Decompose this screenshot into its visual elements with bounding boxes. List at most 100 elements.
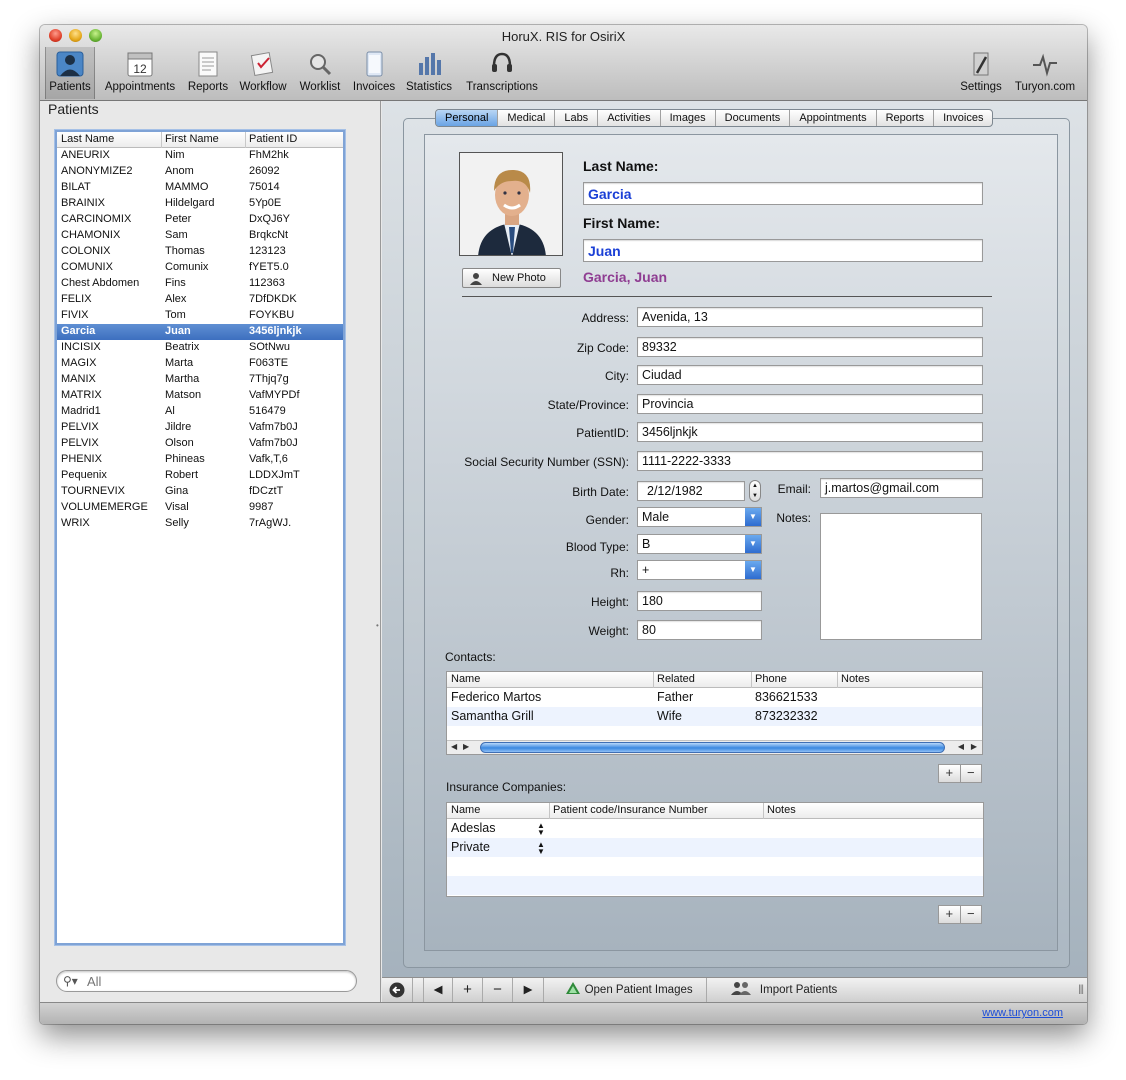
patient-row[interactable]: MATRIX Matson VafMYPDf [57, 388, 343, 404]
patient-row[interactable]: ANEURIX Nim FhM2hk [57, 148, 343, 164]
patient-row[interactable]: PHENIX Phineas Vafk,T,6 [57, 452, 343, 468]
rh-select[interactable]: + ▼ [637, 560, 762, 580]
patient-row[interactable]: FIVIX Tom FOYKBU [57, 308, 343, 324]
delete-record-button[interactable]: − [483, 978, 513, 1002]
scroll-left-icon[interactable]: ◀ [451, 742, 457, 751]
contact-row[interactable]: Federico Martos Father 836621533 [447, 688, 982, 707]
patient-row[interactable]: COMUNIX Comunix fYET5.0 [57, 260, 343, 276]
tab-appointments[interactable]: Appointments [789, 110, 875, 126]
toolbar-statistics[interactable]: Statistics [402, 47, 456, 99]
patient-row[interactable]: Pequenix Robert LDDXJmT [57, 468, 343, 484]
tab-reports[interactable]: Reports [875, 110, 934, 126]
zip-field[interactable]: 89332 [637, 337, 983, 357]
tab-invoices[interactable]: Invoices [933, 110, 992, 126]
toolbar-patients[interactable]: Patients [45, 47, 95, 99]
next-record-button[interactable]: ▶ [513, 978, 544, 1002]
insurance-popup-stepper-icon[interactable]: ▲ ▼ [537, 822, 545, 837]
patient-list[interactable]: Last Name First Name Patient ID ANEURIX N… [55, 130, 345, 945]
birth-date-field[interactable]: 2/12/1982 [637, 481, 745, 501]
insurance-row[interactable]: Private ▲ ▼ [447, 838, 983, 857]
add-record-button[interactable]: + [453, 978, 483, 1002]
toolbar-reports[interactable]: Reports [185, 47, 231, 99]
patient-row[interactable]: BRAINIX Hildelgard 5Yp0E [57, 196, 343, 212]
weight-field[interactable]: 80 [637, 620, 762, 640]
patient-search-field[interactable]: ⚲▾ [56, 970, 357, 992]
column-header-related[interactable]: Related [657, 673, 695, 685]
add-contact-button[interactable]: + [938, 764, 961, 783]
open-patient-images-button[interactable]: Open Patient Images [552, 978, 707, 1002]
column-header-first-name[interactable]: First Name [165, 133, 219, 145]
toolbar-appointments[interactable]: 12 Appointments [100, 47, 180, 99]
remove-contact-button[interactable]: − [960, 764, 982, 783]
column-header-name[interactable]: Name [451, 804, 480, 816]
patient-row[interactable]: CARCINOMIX Peter DxQJ6Y [57, 212, 343, 228]
patient-row[interactable]: INCISIX Beatrix SOtNwu [57, 340, 343, 356]
patient-row[interactable]: VOLUMEMERGE Visal 9987 [57, 500, 343, 516]
toolbar-invoices[interactable]: Invoices [349, 47, 399, 99]
tab-activities[interactable]: Activities [597, 110, 659, 126]
last-name-field[interactable]: Garcia [583, 182, 983, 205]
patient-row[interactable]: BILAT MAMMO 75014 [57, 180, 343, 196]
patient-row[interactable]: PELVIX Jildre Vafm7b0J [57, 420, 343, 436]
patient-photo[interactable] [459, 152, 563, 256]
tab-images[interactable]: Images [659, 110, 715, 126]
resize-grip-icon[interactable]: ||| [1078, 984, 1084, 995]
patient-row[interactable]: WRIX Selly 7rAgWJ. [57, 516, 343, 532]
previous-record-button[interactable]: ◀ [423, 978, 453, 1002]
import-patients-button[interactable]: Import Patients [713, 978, 855, 1002]
column-header-insurance-number[interactable]: Patient code/Insurance Number [553, 804, 708, 816]
ssn-field[interactable]: 1111-2222-3333 [637, 451, 983, 471]
toolbar-worklist[interactable]: Worklist [295, 47, 345, 99]
patient-row[interactable]: COLONIX Thomas 123123 [57, 244, 343, 260]
tab-labs[interactable]: Labs [554, 110, 597, 126]
blood-type-select[interactable]: B ▼ [637, 534, 762, 554]
scroll-left-icon[interactable]: ◀ [958, 742, 964, 751]
turyon-link[interactable]: www.turyon.com [982, 1007, 1063, 1019]
gender-select[interactable]: Male ▼ [637, 507, 762, 527]
column-header-patient-id[interactable]: Patient ID [249, 133, 297, 145]
contacts-horizontal-scrollbar[interactable]: ◀ ▶ ◀ ▶ [447, 740, 982, 754]
email-field[interactable]: j.martos@gmail.com [820, 478, 983, 498]
first-name-field[interactable]: Juan [583, 239, 983, 262]
scrollbar-thumb[interactable] [480, 742, 945, 753]
column-header-notes[interactable]: Notes [767, 804, 796, 816]
scroll-right-icon[interactable]: ▶ [463, 742, 469, 751]
contact-row[interactable]: Samantha Grill Wife 873232332 [447, 707, 982, 726]
new-photo-button[interactable]: New Photo [462, 268, 561, 288]
notes-textarea[interactable] [820, 513, 982, 640]
column-header-name[interactable]: Name [451, 673, 480, 685]
add-insurance-button[interactable]: + [938, 905, 961, 924]
patient-row[interactable]: MANIX Martha 7Thjq7g [57, 372, 343, 388]
patient-row[interactable]: MAGIX Marta F063TE [57, 356, 343, 372]
insurance-table[interactable]: Name Patient code/Insurance Number Notes… [446, 802, 984, 897]
toolbar-workflow[interactable]: Workflow [236, 47, 290, 99]
remove-insurance-button[interactable]: − [960, 905, 982, 924]
state-field[interactable]: Provincia [637, 394, 983, 414]
search-input[interactable] [87, 974, 347, 989]
column-header-notes[interactable]: Notes [841, 673, 870, 685]
patient-row[interactable]: Chest Abdomen Fins 112363 [57, 276, 343, 292]
patient-row[interactable]: Garcia Juan 3456ljnkjk [57, 324, 343, 340]
scroll-right-icon[interactable]: ▶ [971, 742, 977, 751]
tab-medical[interactable]: Medical [497, 110, 554, 126]
column-header-phone[interactable]: Phone [755, 673, 787, 685]
splitter-handle[interactable]: • [376, 621, 379, 630]
contacts-table[interactable]: Name Related Phone Notes Federico Martos… [446, 671, 983, 755]
toolbar-transcriptions[interactable]: Transcriptions [461, 47, 543, 99]
column-header-last-name[interactable]: Last Name [61, 133, 114, 145]
tab-personal[interactable]: Personal [436, 110, 498, 126]
patient-row[interactable]: TOURNEVIX Gina fDCztT [57, 484, 343, 500]
toolbar-turyon[interactable]: Turyon.com [1010, 47, 1080, 99]
tab-documents[interactable]: Documents [714, 110, 790, 126]
patient-row[interactable]: CHAMONIX Sam BrqkcNt [57, 228, 343, 244]
patient-row[interactable]: FELIX Alex 7DfDKDK [57, 292, 343, 308]
city-field[interactable]: Ciudad [637, 365, 983, 385]
back-button[interactable] [382, 978, 413, 1002]
insurance-row[interactable]: Adeslas ▲ ▼ [447, 819, 983, 838]
patient-row[interactable]: Madrid1 Al 516479 [57, 404, 343, 420]
toolbar-settings[interactable]: Settings [955, 47, 1007, 99]
insurance-popup-stepper-icon[interactable]: ▲ ▼ [537, 841, 545, 856]
patient-id-field[interactable]: 3456ljnkjk [637, 422, 983, 442]
patient-row[interactable]: PELVIX Olson Vafm7b0J [57, 436, 343, 452]
birth-date-stepper[interactable]: ▲ ▼ [749, 480, 761, 502]
